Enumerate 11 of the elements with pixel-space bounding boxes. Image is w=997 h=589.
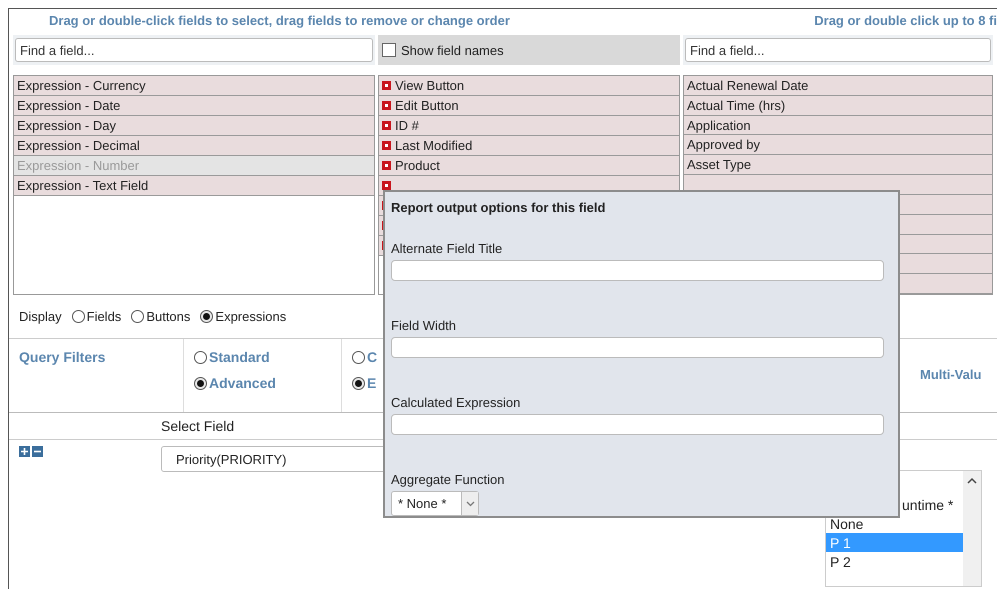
field-label: Aggregate Function xyxy=(391,472,506,487)
column-header: Select Field xyxy=(161,418,234,434)
display-label: Display xyxy=(19,308,62,324)
multi-value-label: Multi-Valu xyxy=(920,367,982,382)
popup-title: Report output options for this field xyxy=(391,200,606,215)
field-label: Alternate Field Title xyxy=(391,241,504,256)
field-label: Field Width xyxy=(391,318,458,333)
field-label: Calculated Expression xyxy=(391,395,522,410)
instruction-text: Drag or double-click fields to select, drag fields to remove or change order xyxy=(49,13,510,30)
section-title: Query Filters xyxy=(19,349,106,365)
instruction-text: Drag or double click up to 8 fi xyxy=(814,13,997,30)
